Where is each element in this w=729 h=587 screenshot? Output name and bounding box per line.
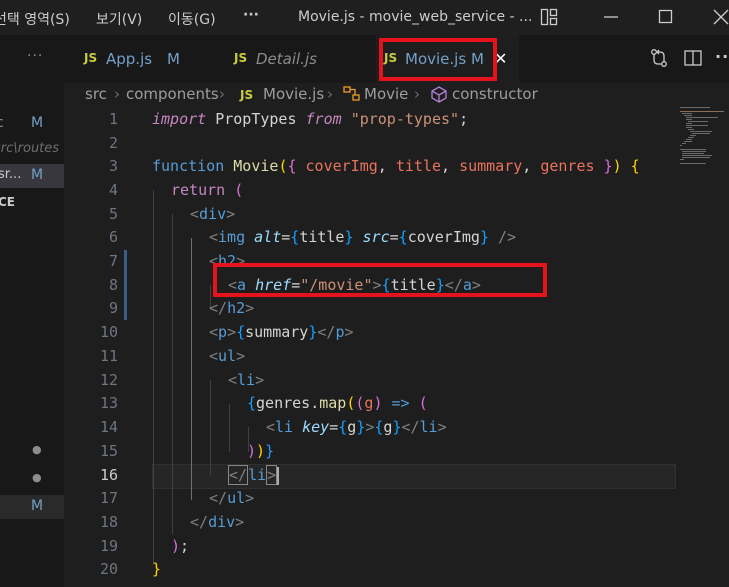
- tab-app-js[interactable]: JS App.js M: [64, 35, 214, 83]
- line-number: 14: [99, 418, 118, 436]
- explorer-sidebar: ··· c M src\routes sr... M CE ● ● M: [0, 35, 64, 587]
- highlight-box-tab: [379, 38, 497, 81]
- javascript-icon: JS: [84, 51, 98, 65]
- indent-guide: [172, 214, 173, 534]
- more-actions-icon[interactable]: ···: [715, 47, 729, 66]
- unsaved-dot: ●: [32, 471, 42, 484]
- line-number: 17: [99, 489, 118, 507]
- javascript-icon: JS: [240, 88, 254, 102]
- explorer-row-label: c: [0, 115, 4, 131]
- code-line: }: [152, 560, 162, 578]
- split-editor-icon[interactable]: [683, 48, 703, 72]
- modified-badge: M: [31, 115, 44, 131]
- section-header-label: CE: [0, 195, 16, 209]
- tab-detail-js[interactable]: JS Detail.js: [214, 35, 384, 83]
- explorer-row-selected[interactable]: sr... M: [0, 164, 64, 188]
- code-line: );: [171, 537, 190, 555]
- code-line: <li key={g}>{g}</li>: [266, 418, 447, 436]
- indent-guide: [229, 404, 230, 452]
- line-number: 3: [108, 157, 118, 175]
- indent-guide: [210, 380, 211, 475]
- layout-icon[interactable]: [540, 8, 558, 30]
- line-number: 15: [99, 442, 118, 460]
- code-line: </div>: [190, 513, 245, 531]
- explorer-section-header[interactable]: CE: [0, 193, 64, 215]
- code-line: <li>: [228, 371, 265, 389]
- line-number-active: 16: [99, 466, 118, 484]
- menu-view[interactable]: 보기(V): [96, 9, 142, 29]
- close-icon[interactable]: [712, 8, 729, 30]
- tab-label: Detail.js: [256, 50, 317, 68]
- code-editor[interactable]: 1 2 3 4 5 6 7 8 9 10 11 12 13 14 15 16 1…: [64, 107, 729, 587]
- line-number: 11: [99, 347, 118, 365]
- line-number: 20: [99, 560, 118, 578]
- line-number: 2: [108, 134, 118, 152]
- text-cursor: [277, 466, 280, 485]
- line-number: 18: [99, 513, 118, 531]
- code-line: ))}: [247, 442, 275, 460]
- unsaved-dot: ●: [32, 443, 42, 456]
- code-line: function Movie({ coverImg, title, summar…: [152, 157, 640, 175]
- line-number: 13: [99, 394, 118, 412]
- title-bar: 선택 영역(S) 보기(V) 이동(G) ··· Movie.js - movi…: [0, 0, 729, 35]
- line-number: 9: [108, 299, 118, 317]
- javascript-icon: JS: [234, 51, 248, 65]
- indent-guide: [153, 190, 154, 565]
- modified-badge: M: [167, 50, 180, 68]
- maximize-icon[interactable]: [658, 8, 674, 30]
- code-line: <div>: [190, 205, 236, 223]
- line-number: 5: [108, 205, 118, 223]
- line-number: 8: [108, 276, 118, 294]
- code-line: <ul>: [209, 347, 246, 365]
- breadcrumb: src › components › JS Movie.js › Movie ›…: [64, 83, 729, 107]
- indent-guide-active: [191, 238, 192, 500]
- line-number: 10: [99, 323, 118, 341]
- chevron-right-icon: ›: [219, 85, 225, 103]
- line-number: 6: [108, 228, 118, 246]
- explorer-row-label: src\routes: [0, 141, 60, 156]
- breadcrumb-item[interactable]: components: [126, 85, 219, 103]
- menu-more[interactable]: ···: [243, 7, 259, 23]
- explorer-row-label: sr...: [0, 167, 22, 182]
- code-line: </ul>: [209, 489, 255, 507]
- line-number: 12: [99, 371, 118, 389]
- modified-badge: M: [31, 167, 44, 183]
- breadcrumb-item[interactable]: constructor: [452, 85, 538, 103]
- breadcrumb-item[interactable]: Movie: [364, 85, 408, 103]
- symbol-class-icon: [343, 86, 361, 106]
- explorer-row[interactable]: c M: [0, 113, 64, 135]
- code-line: {genres.map((g) => (: [247, 394, 428, 412]
- code-line: <img alt={title} src={coverImg} />: [209, 228, 517, 246]
- code-line: </h2>: [209, 299, 255, 317]
- code-line: <p>{summary}</p>: [209, 323, 354, 341]
- breadcrumb-item[interactable]: Movie.js: [263, 85, 324, 103]
- chevron-right-icon: ›: [114, 85, 120, 103]
- tab-label: App.js: [106, 50, 153, 68]
- window-title: Movie.js - movie_web_service - ...: [298, 9, 533, 25]
- menu-selection[interactable]: 선택 영역(S): [0, 9, 70, 29]
- code-line-active: </li>: [228, 465, 280, 485]
- minimap[interactable]: [676, 107, 729, 587]
- code-line: import PropTypes from "prop-types";: [152, 110, 469, 128]
- symbol-method-icon: [430, 86, 448, 107]
- minimize-icon[interactable]: [603, 8, 619, 30]
- explorer-row[interactable]: src\routes: [0, 139, 64, 161]
- code-line: return (: [171, 181, 244, 199]
- git-modified-gutter: [124, 250, 127, 320]
- explorer-more-button[interactable]: ···: [27, 48, 43, 64]
- menu-go[interactable]: 이동(G): [168, 9, 216, 29]
- line-number: 4: [108, 181, 118, 199]
- chevron-right-icon: ›: [327, 85, 333, 103]
- compare-changes-icon[interactable]: [649, 48, 669, 72]
- modified-badge: M: [31, 498, 44, 514]
- line-number: 1: [108, 110, 118, 128]
- chevron-right-icon: ›: [414, 85, 420, 103]
- line-number: 19: [99, 537, 118, 555]
- highlight-box-code: [213, 263, 547, 297]
- explorer-row[interactable]: M: [0, 495, 64, 519]
- line-number: 7: [108, 252, 118, 270]
- breadcrumb-item[interactable]: src: [85, 85, 107, 103]
